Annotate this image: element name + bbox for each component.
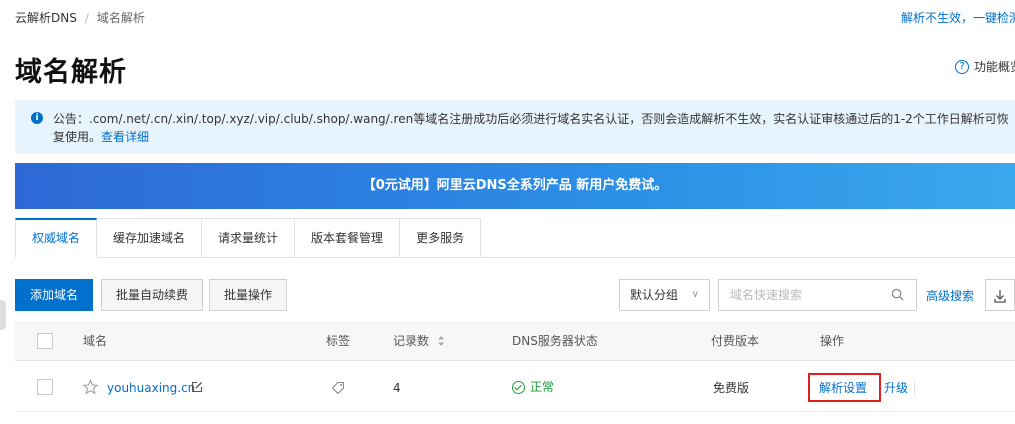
action-divider bbox=[914, 382, 915, 394]
tab-authoritative-domains[interactable]: 权威域名 bbox=[15, 218, 98, 258]
domain-search bbox=[718, 279, 917, 311]
header-dns-status: DNS服务器状态 bbox=[512, 334, 598, 348]
domain-name-link[interactable]: youhuaxing.cn bbox=[107, 362, 195, 414]
tab-request-stats[interactable]: 请求量统计 bbox=[202, 218, 296, 258]
check-circle-icon bbox=[512, 380, 525, 394]
group-select-value: 默认分组 bbox=[630, 288, 679, 302]
tag-icon[interactable] bbox=[331, 381, 345, 394]
tab-bar: 权威域名 缓存加速域名 请求量统计 版本套餐管理 更多服务 bbox=[15, 218, 482, 258]
plan-version: 免费版 bbox=[713, 381, 750, 395]
dns-settings-link[interactable]: 解析设置 bbox=[819, 362, 867, 414]
header-domain: 域名 bbox=[83, 334, 108, 348]
upgrade-link[interactable]: 升级 bbox=[884, 362, 908, 414]
header-actions: 操作 bbox=[820, 334, 845, 348]
group-select[interactable]: 默认分组 ∨ bbox=[619, 279, 710, 311]
breadcrumb: 云解析DNS / 域名解析 bbox=[15, 9, 145, 26]
info-icon: i bbox=[31, 112, 43, 124]
tab-plan-management[interactable]: 版本套餐管理 bbox=[295, 218, 401, 258]
breadcrumb-root[interactable]: 云解析DNS bbox=[15, 9, 77, 26]
promo-banner[interactable]: 【0元试用】阿里云DNS全系列产品 新用户免费试。 bbox=[15, 163, 1015, 209]
search-input[interactable] bbox=[719, 280, 879, 310]
header-tags: 标签 bbox=[326, 334, 351, 348]
advanced-search-link[interactable]: 高级搜索 bbox=[926, 287, 974, 304]
download-button[interactable] bbox=[985, 279, 1015, 311]
record-count: 4 bbox=[393, 381, 401, 395]
sort-icon bbox=[438, 336, 445, 346]
side-collapse-handle[interactable] bbox=[0, 300, 6, 330]
row-checkbox[interactable] bbox=[37, 379, 53, 395]
page-title: 域名解析 bbox=[15, 57, 127, 88]
header-plan: 付费版本 bbox=[711, 334, 760, 348]
star-icon[interactable] bbox=[82, 379, 99, 395]
help-overview-link[interactable]: ? 功能概览 bbox=[955, 58, 1015, 75]
search-icon[interactable] bbox=[891, 288, 904, 301]
notice-bar: i 公告：.com/.net/.cn/.xin/.top/.xyz/.vip/.… bbox=[15, 100, 1015, 154]
select-all-checkbox[interactable] bbox=[37, 333, 53, 349]
batch-operations-button[interactable]: 批量操作 bbox=[209, 279, 288, 311]
help-icon: ? bbox=[955, 59, 969, 74]
header-records[interactable]: 记录数 bbox=[393, 321, 445, 361]
header-records-label: 记录数 bbox=[393, 334, 430, 348]
notice-text: 公告：.com/.net/.cn/.xin/.top/.xyz/.vip/.cl… bbox=[53, 112, 1009, 144]
notice-details-link[interactable]: 查看详细 bbox=[101, 130, 149, 144]
dns-status-text: 正常 bbox=[530, 380, 555, 394]
tab-cache-acceleration[interactable]: 缓存加速域名 bbox=[97, 218, 203, 258]
chevron-down-icon: ∨ bbox=[691, 289, 699, 300]
download-icon bbox=[994, 290, 1006, 303]
tab-more-services[interactable]: 更多服务 bbox=[400, 218, 482, 258]
breadcrumb-current: 域名解析 bbox=[96, 11, 145, 25]
dns-check-link[interactable]: 解析不生效，一键检测 bbox=[901, 9, 1015, 26]
add-domain-button[interactable]: 添加域名 bbox=[15, 279, 94, 311]
table-row: youhuaxing.cn 4 正常 免费版 解析设置 升级 bbox=[15, 362, 1015, 412]
table-header: 域名 标签 记录数 DNS服务器状态 付费版本 操作 bbox=[15, 321, 1015, 361]
dns-status: 正常 bbox=[512, 380, 554, 394]
auto-renew-button[interactable]: 批量自动续费 bbox=[101, 279, 204, 311]
help-label: 功能概览 bbox=[974, 60, 1015, 74]
edit-icon[interactable] bbox=[191, 381, 203, 393]
breadcrumb-separator: / bbox=[84, 10, 89, 25]
